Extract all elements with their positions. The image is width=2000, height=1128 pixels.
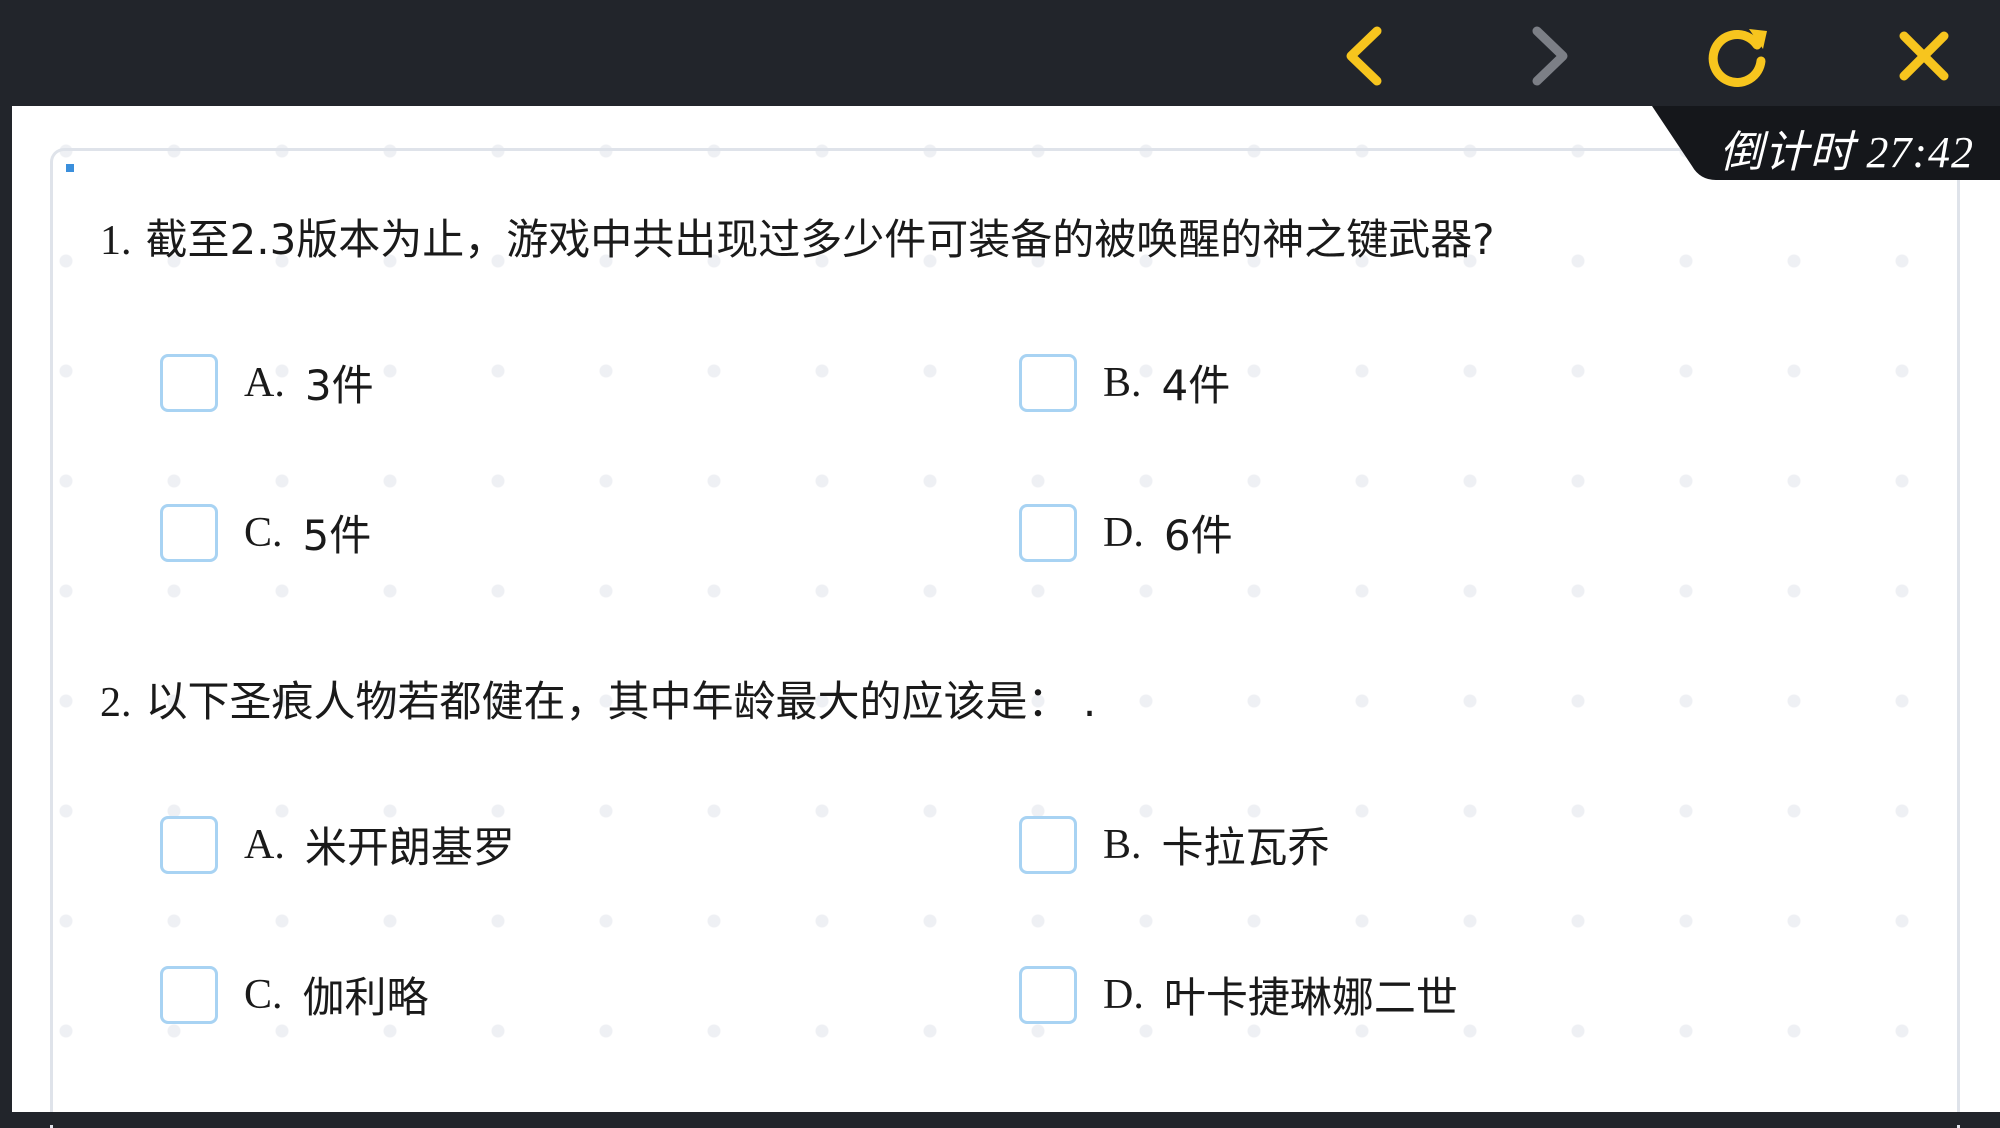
q1-option-d[interactable]: D. 6件 (1019, 502, 1233, 563)
question-2: 2. 以下圣痕人物若都健在，其中年龄最大的应该是： . (100, 668, 1096, 729)
option-text: 6件 (1163, 511, 1233, 560)
option-letter: C. (244, 971, 283, 1018)
q1-option-c[interactable]: C. 5件 (160, 502, 371, 563)
chevron-right-icon (1532, 26, 1568, 86)
option-text: 4件 (1161, 361, 1231, 410)
option-checkbox[interactable] (160, 503, 218, 562)
option-checkbox[interactable] (1019, 965, 1077, 1024)
countdown-timer: 倒计时 27:42 (1652, 106, 2000, 180)
option-checkbox[interactable] (160, 965, 218, 1024)
option-letter: C. (244, 509, 283, 556)
option-text: 5件 (302, 511, 372, 560)
q2-option-a[interactable]: A. 米开朗基罗 (160, 814, 515, 875)
option-text: 米开朗基罗 (304, 823, 515, 872)
q2-option-c[interactable]: C. 伽利略 (160, 964, 429, 1025)
back-button[interactable] (1326, 18, 1402, 94)
question-text: 截至2.3版本为止，游戏中共出现过多少件可装备的被唤醒的神之键武器? (145, 215, 1495, 264)
option-checkbox[interactable] (1019, 353, 1077, 412)
question-1: 1. 截至2.3版本为止，游戏中共出现过多少件可装备的被唤醒的神之键武器? (100, 206, 1495, 267)
option-letter: D. (1103, 971, 1144, 1018)
option-text: 3件 (304, 361, 374, 410)
close-button[interactable] (1886, 18, 1962, 94)
option-letter: A. (244, 359, 285, 406)
option-text: 叶卡捷琳娜二世 (1163, 973, 1458, 1022)
q1-option-a[interactable]: A. 3件 (160, 352, 374, 413)
close-icon (1899, 31, 1949, 81)
option-text: 伽利略 (302, 973, 429, 1022)
option-text: 卡拉瓦乔 (1161, 823, 1330, 872)
corner-marker (66, 164, 74, 172)
option-checkbox[interactable] (1019, 815, 1077, 874)
top-toolbar (0, 0, 2000, 106)
option-letter: B. (1103, 821, 1142, 868)
option-checkbox[interactable] (160, 353, 218, 412)
bottom-border (0, 1112, 2000, 1125)
refresh-button[interactable] (1700, 18, 1776, 94)
chevron-left-icon (1346, 26, 1382, 86)
option-checkbox[interactable] (1019, 503, 1077, 562)
option-checkbox[interactable] (160, 815, 218, 874)
timer-text: 倒计时 27:42 (1719, 128, 1974, 177)
question-number: 2. (100, 680, 132, 726)
option-letter: A. (244, 821, 285, 868)
question-number: 1. (100, 218, 132, 264)
question-text: 以下圣痕人物若都健在，其中年龄最大的应该是： . (145, 677, 1097, 726)
option-letter: B. (1103, 359, 1142, 406)
q2-option-d[interactable]: D. 叶卡捷琳娜二世 (1019, 964, 1458, 1025)
forward-button[interactable] (1512, 18, 1588, 94)
q2-option-b[interactable]: B. 卡拉瓦乔 (1019, 814, 1330, 875)
refresh-icon (1708, 29, 1767, 87)
option-letter: D. (1103, 509, 1144, 556)
q1-option-b[interactable]: B. 4件 (1019, 352, 1230, 413)
